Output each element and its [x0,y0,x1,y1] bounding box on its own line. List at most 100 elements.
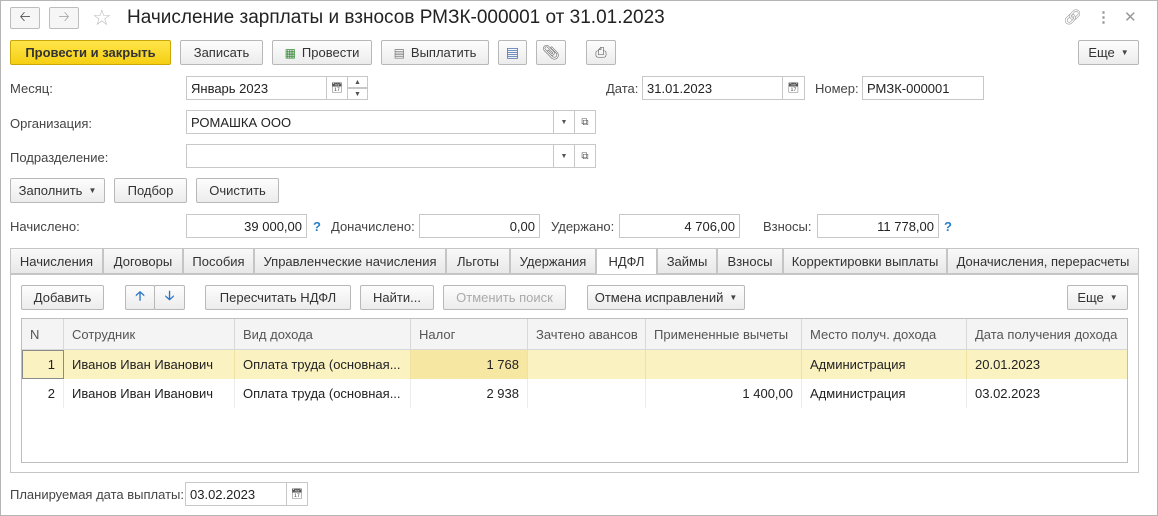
tab-recalculations[interactable]: Доначисления, перерасчеты [947,248,1139,274]
organization-dropdown-button[interactable]: ▼ [553,110,575,134]
close-icon[interactable]: ✕ [1124,8,1137,26]
cancel-corrections-button[interactable]: Отмена исправлений ▼ [587,285,745,310]
organization-open-button[interactable]: ⧉ [574,110,596,134]
chevron-down-icon: ▼ [560,118,568,126]
withheld-field[interactable]: 4 706,00 [619,214,740,238]
move-up-button[interactable]: 🡡 [125,285,155,310]
cell-deductions[interactable]: 1 400,00 [646,379,802,408]
select-button[interactable]: Подбор [114,178,187,203]
month-calendar-button[interactable]: 📅︎ [326,76,348,100]
cell-income-place[interactable]: Администрация [802,350,967,379]
column-header-tax[interactable]: Налог [411,319,528,350]
tab-loans[interactable]: Займы [657,248,717,274]
move-down-button[interactable]: 🡣 [154,285,185,310]
cell-advances[interactable] [528,350,646,379]
pay-document-icon: ▤ [393,45,405,60]
more-vertical-icon[interactable]: ⋮ [1096,8,1111,26]
printer-icon: ⎙ [595,44,607,60]
post-button[interactable]: ▦ Провести [272,40,372,65]
tab-management-accruals[interactable]: Управленческие начисления [254,248,446,274]
cell-employee[interactable]: Иванов Иван Иванович [64,379,235,408]
column-header-income-type[interactable]: Вид дохода [235,319,411,350]
forward-button[interactable]: 🡢 [49,7,79,29]
cell-income-type[interactable]: Оплата труда (основная... [235,350,411,379]
back-button[interactable]: 🡠 [10,7,40,29]
cancel-search-button[interactable]: Отменить поиск [443,285,566,310]
contributions-label: Взносы: [763,219,812,234]
contributions-help-icon[interactable]: ? [944,219,952,234]
tab-accruals[interactable]: Начисления [10,248,103,274]
print-button[interactable]: ⎙ [586,40,616,65]
extra-accrued-field[interactable]: 0,00 [419,214,540,238]
tab-deductions[interactable]: Удержания [510,248,596,274]
tab-privileges[interactable]: Льготы [446,248,510,274]
ndfl-table: N Сотрудник Вид дохода Налог Зачтено ава… [21,318,1128,463]
pay-button[interactable]: ▤ Выплатить [381,40,489,65]
column-header-income-date[interactable]: Дата получения дохода [967,319,1127,350]
open-form-icon: ⧉ [581,116,589,128]
month-field[interactable]: Январь 2023 [186,76,327,100]
chevron-up-icon: ▲ [354,78,361,86]
extra-accrued-label: Доначислено: [331,219,415,234]
fill-button[interactable]: Заполнить ▼ [10,178,105,203]
department-dropdown-button[interactable]: ▼ [553,144,575,168]
cell-employee[interactable]: Иванов Иван Иванович [64,350,235,379]
cell-advances[interactable] [528,379,646,408]
organization-field[interactable]: РОМАШКА ООО [186,110,554,134]
chevron-down-icon: ▼ [1109,293,1118,302]
panel-more-button[interactable]: Еще ▼ [1067,285,1128,310]
department-field[interactable] [186,144,554,168]
attach-button[interactable]: 📎︎ [536,40,566,65]
cell-income-date[interactable]: 03.02.2023 [967,379,1127,408]
add-button[interactable]: Добавить [21,285,104,310]
month-decrease-button[interactable]: ▼ [347,88,368,100]
accrued-label: Начислено: [10,219,80,234]
cell-tax[interactable]: 1 768 [411,350,528,379]
fill-button-label: Заполнить [18,183,83,198]
report-button[interactable]: ▤ [498,40,527,65]
column-header-n[interactable]: N [22,319,64,350]
cell-n[interactable]: 1 [22,350,64,379]
planned-pay-date-label: Планируемая дата выплаты: [10,487,184,502]
clear-button[interactable]: Очистить [196,178,279,203]
table-row[interactable]: 2 Иванов Иван Иванович Оплата труда (осн… [22,379,1127,408]
accrued-field[interactable]: 39 000,00 [186,214,307,238]
write-button[interactable]: Записать [180,40,263,65]
date-field[interactable]: 31.01.2023 [642,76,783,100]
tab-benefits[interactable]: Пособия [183,248,254,274]
link-icon[interactable]: 🔗︎ [1063,8,1082,26]
find-button[interactable]: Найти... [360,285,434,310]
cell-income-place[interactable]: Администрация [802,379,967,408]
column-header-advances[interactable]: Зачтено авансов [528,319,646,350]
cell-income-type[interactable]: Оплата труда (основная... [235,379,411,408]
number-field[interactable]: РМЗК-000001 [862,76,984,100]
cell-n[interactable]: 2 [22,379,64,408]
arrow-up-icon: 🡡 [135,287,145,303]
tab-ndfl[interactable]: НДФЛ [596,248,657,275]
tab-contributions[interactable]: Взносы [717,248,783,274]
more-button[interactable]: Еще ▼ [1078,40,1139,65]
column-header-deductions[interactable]: Примененные вычеты [646,319,802,350]
table-row[interactable]: 1 Иванов Иван Иванович Оплата труда (осн… [22,350,1127,379]
cell-income-date[interactable]: 20.01.2023 [967,350,1127,379]
withheld-label: Удержано: [551,219,615,234]
post-and-close-button[interactable]: Провести и закрыть [10,40,171,65]
date-calendar-button[interactable]: 📅︎ [782,76,805,100]
arrow-right-icon: 🡢 [58,8,70,24]
planned-pay-date-field[interactable]: 03.02.2023 [185,482,287,506]
arrow-left-icon: 🡠 [19,8,31,24]
month-label: Месяц: [10,81,53,96]
recalculate-ndfl-button[interactable]: Пересчитать НДФЛ [205,285,351,310]
tab-contracts[interactable]: Договоры [103,248,183,274]
department-open-button[interactable]: ⧉ [574,144,596,168]
tab-payment-adjustments[interactable]: Корректировки выплаты [783,248,947,274]
month-increase-button[interactable]: ▲ [347,76,368,88]
column-header-income-place[interactable]: Место получ. дохода [802,319,967,350]
pay-date-calendar-button[interactable]: 📅︎ [286,482,308,506]
favorite-star-icon[interactable]: ☆ [92,5,112,31]
contributions-field[interactable]: 11 778,00 [817,214,939,238]
cell-tax[interactable]: 2 938 [411,379,528,408]
cell-deductions[interactable] [646,350,802,379]
column-header-employee[interactable]: Сотрудник [64,319,235,350]
accrued-help-icon[interactable]: ? [313,219,321,234]
